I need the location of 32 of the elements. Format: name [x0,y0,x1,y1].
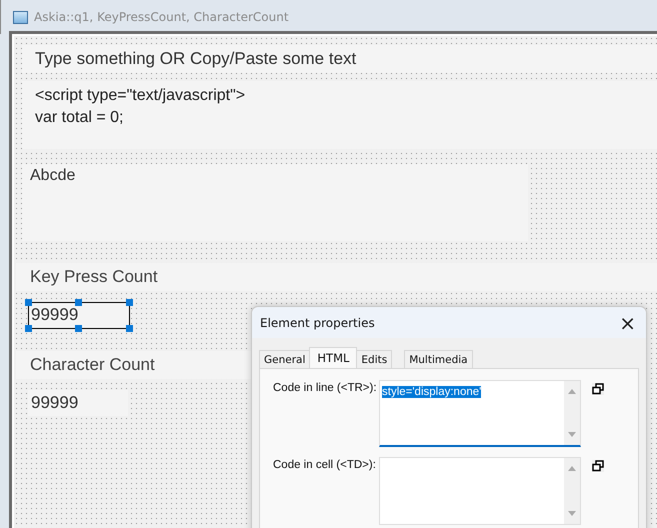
scroll-down-icon[interactable] [567,510,577,518]
field-label: Code in cell (<TD>): [272,458,377,473]
scroll-up-icon[interactable] [567,387,577,395]
tab[interactable]: General [259,350,310,368]
counter-field[interactable]: 99999 [28,302,130,329]
window-title: Askia::q1, KeyPressCount, CharacterCount [34,10,289,24]
resize-handle[interactable] [25,299,32,306]
code-field[interactable]: style='display:none' [379,380,581,447]
code-field[interactable] [379,457,581,525]
scrollbar[interactable] [564,381,580,445]
expand-icon[interactable] [592,383,604,395]
resize-handle[interactable] [25,325,32,332]
resize-handle[interactable] [75,325,82,332]
counter-field[interactable]: 99999 [28,390,128,416]
tab[interactable]: Edits [356,350,392,368]
scroll-down-icon[interactable] [567,431,577,439]
scrollbar[interactable] [564,458,580,524]
dialog-title: Element properties [260,316,375,330]
scroll-up-icon[interactable] [567,464,577,472]
tab[interactable]: HTML [309,347,358,368]
window-icon [13,10,28,24]
counter-label: Key Press Count [16,263,657,291]
resize-handle[interactable] [126,299,133,306]
resize-handle[interactable] [75,299,82,306]
expand-icon[interactable] [592,460,604,472]
answer-box[interactable]: Abcde [22,164,528,241]
resize-handle[interactable] [126,325,133,332]
close-button[interactable]: × [609,312,646,332]
script-block: <script type="text/javascript"> var total = 0; [22,81,657,149]
tab[interactable]: Multimedia [404,350,473,368]
question-heading: Type something OR Copy/Paste some text [22,45,657,73]
field-label: Code in line (<TR>): [272,381,378,396]
